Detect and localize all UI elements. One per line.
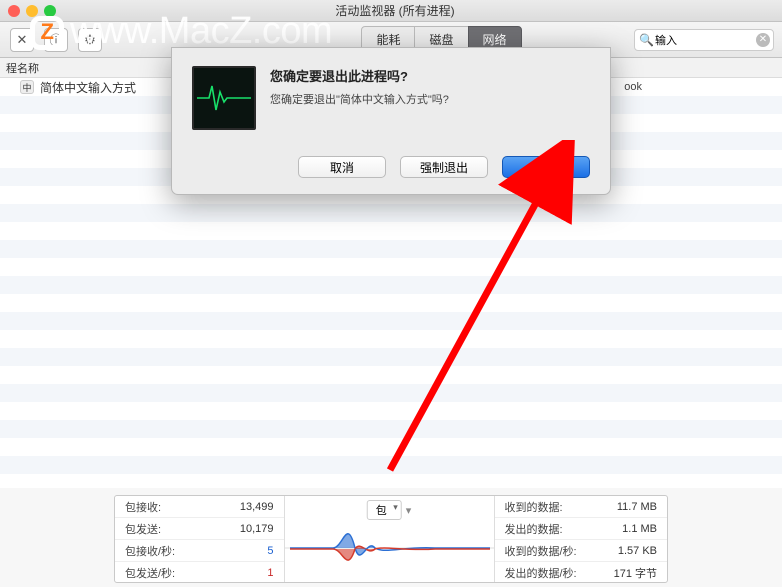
process-app-icon: 中: [20, 80, 34, 94]
cancel-button[interactable]: 取消: [298, 156, 386, 178]
clear-search-button[interactable]: ✕: [756, 33, 770, 47]
search-container: 🔍 ✕: [634, 29, 774, 51]
info-button[interactable]: ⓘ: [44, 28, 68, 52]
stats-left: 包接收: 13,499 包发送: 10,179 包接收/秒: 5 包发送/秒: 1: [115, 496, 285, 582]
stat-value: 1.1 MB: [622, 523, 657, 535]
stat-value: 5: [267, 545, 273, 557]
network-chart: 包 ▾: [285, 496, 495, 582]
dialog-title: 您确定要退出此进程吗?: [270, 66, 449, 85]
process-user: ook: [624, 81, 642, 93]
search-icon: 🔍: [639, 33, 654, 47]
stat-value: 1: [267, 567, 273, 579]
stat-label: 包发送/秒:: [125, 565, 175, 581]
network-summary-panel: 包接收: 13,499 包发送: 10,179 包接收/秒: 5 包发送/秒: 1 包 …: [114, 495, 668, 583]
stop-process-button[interactable]: ✕: [10, 28, 34, 52]
search-input[interactable]: [634, 29, 774, 51]
stat-value: 11.7 MB: [617, 501, 657, 513]
stat-value: 1.57 KB: [618, 545, 657, 557]
stat-label: 发出的数据:: [505, 521, 563, 537]
window-titlebar: 活动监视器 (所有进程): [0, 0, 782, 22]
column-name-header: 程名称: [6, 60, 39, 76]
quit-button[interactable]: 退出: [502, 156, 590, 178]
chart-metric-select[interactable]: 包: [367, 500, 402, 520]
stat-label: 包接收/秒:: [125, 543, 175, 559]
stat-label: 收到的数据/秒:: [505, 543, 577, 559]
stats-right: 收到的数据: 11.7 MB 发出的数据: 1.1 MB 收到的数据/秒: 1.57 …: [495, 496, 668, 582]
stat-label: 收到的数据:: [505, 499, 563, 515]
dialog-message: 您确定要退出"简体中文输入方式"吗?: [270, 91, 449, 107]
stat-value: 13,499: [240, 501, 274, 513]
stat-label: 包发送:: [125, 521, 161, 537]
force-quit-button[interactable]: 强制退出: [400, 156, 488, 178]
stat-label: 包接收:: [125, 499, 161, 515]
quit-confirm-dialog: 您确定要退出此进程吗? 您确定要退出"简体中文输入方式"吗? 取消 强制退出 退…: [171, 47, 611, 195]
stat-value: 10,179: [240, 523, 274, 535]
process-name: 简体中文输入方式: [40, 79, 136, 96]
settings-gear-icon[interactable]: ⚙: [78, 28, 102, 52]
window-title: 活动监视器 (所有进程): [16, 2, 774, 19]
stat-value: 171 字节: [614, 565, 657, 581]
dialog-activity-icon: [192, 66, 256, 130]
stat-label: 发出的数据/秒:: [505, 565, 577, 581]
